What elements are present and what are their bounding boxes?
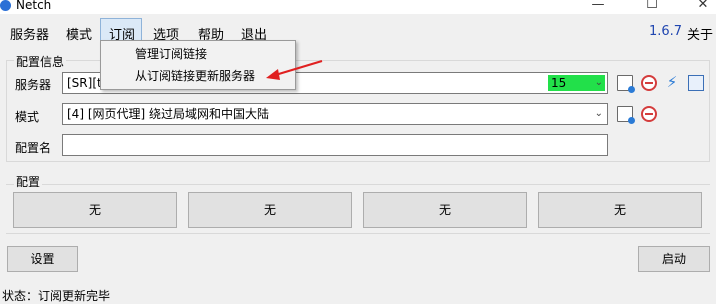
menu-server[interactable]: 服务器: [8, 24, 51, 43]
edit-server-icon[interactable]: [617, 75, 635, 93]
config-info-label: 配置信息: [14, 53, 67, 70]
chevron-down-icon: ⌄: [594, 108, 603, 119]
close-button[interactable]: ✕: [693, 0, 713, 12]
delete-mode-icon[interactable]: [641, 106, 657, 122]
copy-icon[interactable]: [688, 75, 704, 91]
edit-mode-icon[interactable]: [617, 106, 635, 124]
settings-button[interactable]: 设置: [7, 246, 78, 272]
window-title: Netch: [16, 0, 52, 12]
profile-button-1[interactable]: 无: [13, 192, 177, 228]
title-bar: [0, 0, 716, 14]
menu-mode[interactable]: 模式: [64, 24, 94, 43]
chevron-down-icon: ⌄: [594, 77, 603, 88]
profile-button-3[interactable]: 无: [363, 192, 527, 228]
configure-label: 配置: [14, 173, 43, 190]
menu-about[interactable]: 关于: [687, 24, 713, 43]
app-icon: [0, 0, 11, 11]
profile-name-input[interactable]: [62, 134, 608, 156]
minimize-button[interactable]: —: [588, 0, 608, 12]
start-button[interactable]: 启动: [638, 246, 710, 272]
version-link[interactable]: 1.6.7: [649, 24, 682, 39]
server-value: [SR][t: [67, 76, 102, 90]
annotation-arrow: [266, 59, 323, 80]
maximize-button[interactable]: ☐: [642, 0, 662, 12]
profile-name-label: 配置名: [15, 141, 52, 155]
profile-button-2[interactable]: 无: [188, 192, 352, 228]
mode-select[interactable]: [4] [网页代理] 绕过局域网和中国大陆 ⌄: [62, 103, 608, 125]
speed-test-icon[interactable]: ⚡: [664, 74, 680, 90]
profile-button-4[interactable]: 无: [538, 192, 702, 228]
mode-label: 模式: [15, 110, 40, 124]
status-text: 状态：订阅更新完毕: [2, 289, 111, 303]
server-label: 服务器: [15, 78, 52, 92]
manage-subscription-item[interactable]: 管理订阅链接: [135, 45, 207, 62]
mode-value: [4] [网页代理] 绕过局域网和中国大陆: [67, 107, 269, 121]
update-from-subscription-item[interactable]: 从订阅链接更新服务器: [135, 67, 255, 84]
delete-server-icon[interactable]: [641, 75, 657, 91]
